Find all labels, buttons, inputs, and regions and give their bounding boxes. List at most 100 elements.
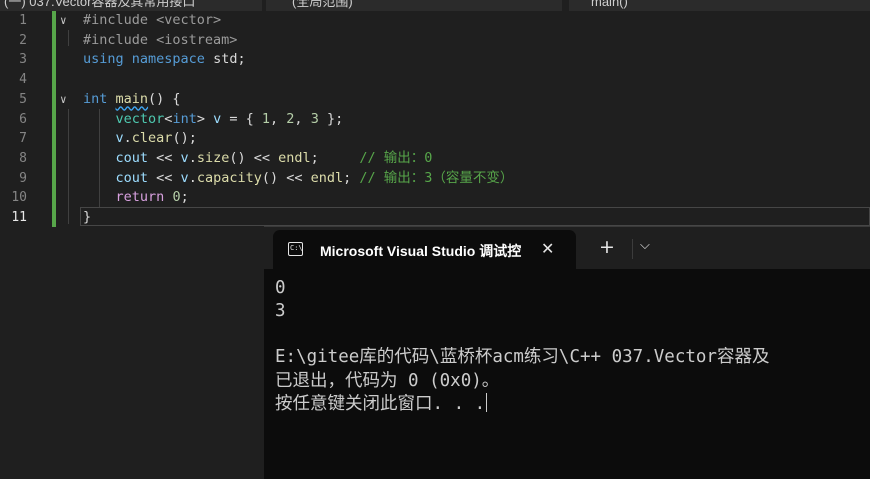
code-line[interactable]: 5 ∨ int main() { <box>0 90 870 110</box>
code-line[interactable]: 6 vector<int> v = { 1, 2, 3 }; <box>0 110 870 130</box>
new-tab-button[interactable]: + <box>599 236 615 258</box>
code-token: vector <box>115 110 165 127</box>
line-number: 2 <box>19 32 27 48</box>
code-text: #include <iostream> <box>83 31 237 51</box>
output-line-text: 按任意键关闭此窗口. . . <box>275 394 486 414</box>
output-line: 0 <box>275 278 286 298</box>
code-token: () << <box>229 149 279 166</box>
code-token: #include <box>83 12 157 28</box>
code-token: > <box>196 110 214 127</box>
code-text: cout << v.size() << endl; // 输出：0 <box>83 149 433 169</box>
console-tab[interactable]: C:\ Microsoft Visual Studio 调试控 ✕ <box>273 230 576 270</box>
code-token: namespace <box>131 51 205 68</box>
code-token: , <box>294 110 311 127</box>
line-number: 8 <box>19 150 27 166</box>
code-token: . <box>188 169 197 186</box>
terminal-icon: C:\ <box>288 242 303 256</box>
line-number: 11 <box>11 210 27 225</box>
code-token: 3 <box>310 110 319 127</box>
chevron-down-icon[interactable]: ⌵ <box>640 238 650 253</box>
line-number: 7 <box>19 131 27 147</box>
code-token: , <box>270 110 287 127</box>
code-text: return 0; <box>83 188 189 208</box>
code-token: ; <box>180 189 189 206</box>
code-token: int <box>172 110 197 127</box>
line-number: 1 <box>19 13 27 28</box>
code-line[interactable]: 3 using namespace std; <box>0 50 870 70</box>
output-line: 按任意键关闭此窗口. . . <box>275 393 488 416</box>
code-line[interactable]: 4 <box>0 70 870 90</box>
code-line[interactable]: 9 cout << v.capacity() << endl; // 输出：3（… <box>0 169 870 189</box>
code-token: v <box>180 169 189 186</box>
line-number: 10 <box>11 190 27 206</box>
code-token: } <box>83 209 92 225</box>
code-token: () { <box>148 90 181 107</box>
code-token: }; <box>318 110 344 127</box>
code-token: 0 <box>172 189 181 206</box>
code-token: = { <box>221 110 262 127</box>
code-token: << <box>148 169 181 186</box>
code-text: #include <vector> <box>83 11 221 31</box>
code-token: . <box>188 149 197 166</box>
code-token: v <box>213 110 222 127</box>
debug-console-window[interactable]: C:\ Microsoft Visual Studio 调试控 ✕ + ⌵ 0 … <box>264 226 870 479</box>
code-token: endl <box>278 149 311 166</box>
code-token: // 输出：3（容量不变） <box>359 169 514 186</box>
code-token: ; <box>310 149 360 166</box>
code-token: v <box>180 149 189 166</box>
code-text: using namespace std; <box>83 50 246 70</box>
member-dropdown[interactable]: main() <box>569 0 870 11</box>
code-token: v <box>115 130 124 147</box>
text-cursor <box>486 393 488 412</box>
output-line: 3 <box>275 301 286 321</box>
console-tab-title: Microsoft Visual Studio 调试控 <box>320 243 522 259</box>
code-line[interactable]: 1 ∨ #include <vector> <box>0 11 870 31</box>
code-text: cout << v.capacity() << endl; // 输出：3（容量… <box>83 169 514 189</box>
output-line: E:\gitee库的代码\蓝桥杯acm练习\C++ 037.Vector容器及 <box>275 347 770 367</box>
code-text: int main() { <box>83 90 181 110</box>
fold-chevron-icon[interactable]: ∨ <box>60 90 72 110</box>
code-token: // 输出：0 <box>359 149 433 166</box>
code-line[interactable]: 8 cout << v.size() << endl; // 输出：0 <box>0 149 870 169</box>
code-token: cout <box>115 169 149 186</box>
code-token: 1 <box>261 110 271 127</box>
code-text: vector<int> v = { 1, 2, 3 }; <box>83 110 344 130</box>
code-line[interactable]: 2 #include <iostream> <box>0 31 870 51</box>
output-line: 已退出，代码为 0 (0x0)。 <box>275 371 500 391</box>
code-line[interactable]: 7 v.clear(); <box>0 129 870 149</box>
code-line[interactable]: 10 return 0; <box>0 188 870 208</box>
project-dropdown[interactable]: (一) 037.Vector容器及其常用接口 <box>0 0 262 11</box>
code-token: capacity <box>196 169 262 186</box>
tab-separator <box>632 239 633 259</box>
code-token: size <box>196 149 230 166</box>
close-icon[interactable]: ✕ <box>541 239 554 258</box>
console-tab-bar: C:\ Microsoft Visual Studio 调试控 ✕ + ⌵ <box>264 226 870 270</box>
code-token: clear <box>131 130 173 147</box>
code-text: } <box>83 208 91 228</box>
line-number: 5 <box>19 91 27 107</box>
code-token: main <box>115 90 149 107</box>
code-token: () << <box>261 169 311 186</box>
code-token: return <box>115 189 165 206</box>
code-token: (); <box>172 130 197 147</box>
code-token: ; <box>343 169 360 186</box>
line-number: 3 <box>19 52 27 68</box>
line-number: 4 <box>19 72 27 88</box>
line-number: 9 <box>19 170 27 186</box>
code-token: <iostream> <box>156 31 238 48</box>
code-line[interactable]: 11} <box>0 208 870 228</box>
fold-chevron-icon[interactable]: ∨ <box>60 11 72 31</box>
code-token: <vector> <box>156 12 222 28</box>
line-number: 6 <box>19 111 27 127</box>
code-token: using <box>83 51 124 68</box>
code-token: #include <box>83 31 157 48</box>
code-token: << <box>148 149 181 166</box>
scope-dropdown[interactable]: (全局范围) <box>266 0 562 11</box>
